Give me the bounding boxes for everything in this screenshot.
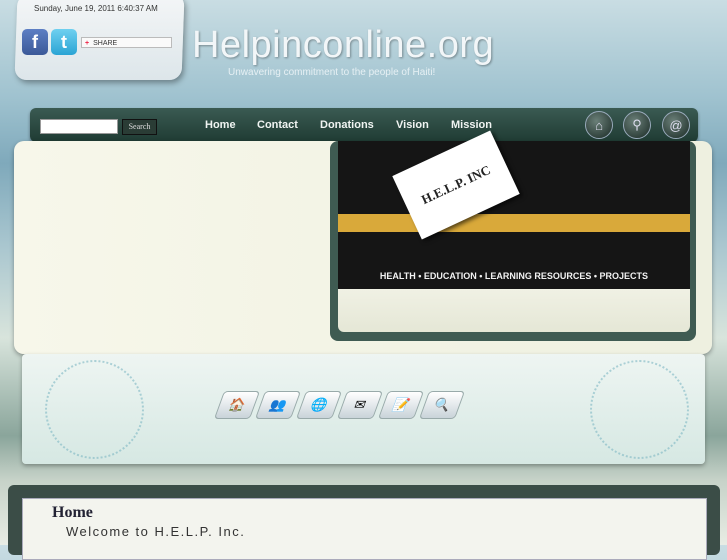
banner-caption: HEALTH • EDUCATION • LEARNING RESOURCES …: [379, 271, 649, 281]
home-icon[interactable]: ⌂: [585, 111, 613, 139]
nav-mission[interactable]: Mission: [451, 119, 492, 131]
tagline: Unwavering commitment to the people of H…: [228, 67, 436, 78]
date-text: Sunday, June 19, 2011 6:40:37 AM: [34, 4, 158, 13]
right-ornament: [590, 360, 689, 459]
email-icon[interactable]: @: [662, 111, 690, 139]
search-input[interactable]: [40, 119, 118, 134]
search-button[interactable]: Search: [122, 119, 157, 135]
nav-vision[interactable]: Vision: [396, 119, 429, 131]
left-ornament: [45, 360, 144, 459]
nav-donations[interactable]: Donations: [320, 119, 374, 131]
plus-icon: +: [85, 40, 90, 47]
twitter-icon[interactable]: t: [51, 29, 77, 55]
banner-stripe: [338, 214, 690, 232]
banner-footer: [338, 289, 690, 332]
share-label: SHARE: [93, 40, 118, 47]
page-heading: Home: [52, 504, 93, 521]
share-button[interactable]: + SHARE: [81, 37, 172, 48]
site-title[interactable]: Helpinconline.org: [192, 24, 494, 67]
magnifier-icon[interactable]: ⚲: [623, 111, 651, 139]
nav-home[interactable]: Home: [205, 119, 236, 131]
welcome-text: Welcome to H.E.L.P. Inc.: [66, 524, 246, 539]
nav-contact[interactable]: Contact: [257, 119, 298, 131]
facebook-icon[interactable]: f: [22, 29, 48, 55]
